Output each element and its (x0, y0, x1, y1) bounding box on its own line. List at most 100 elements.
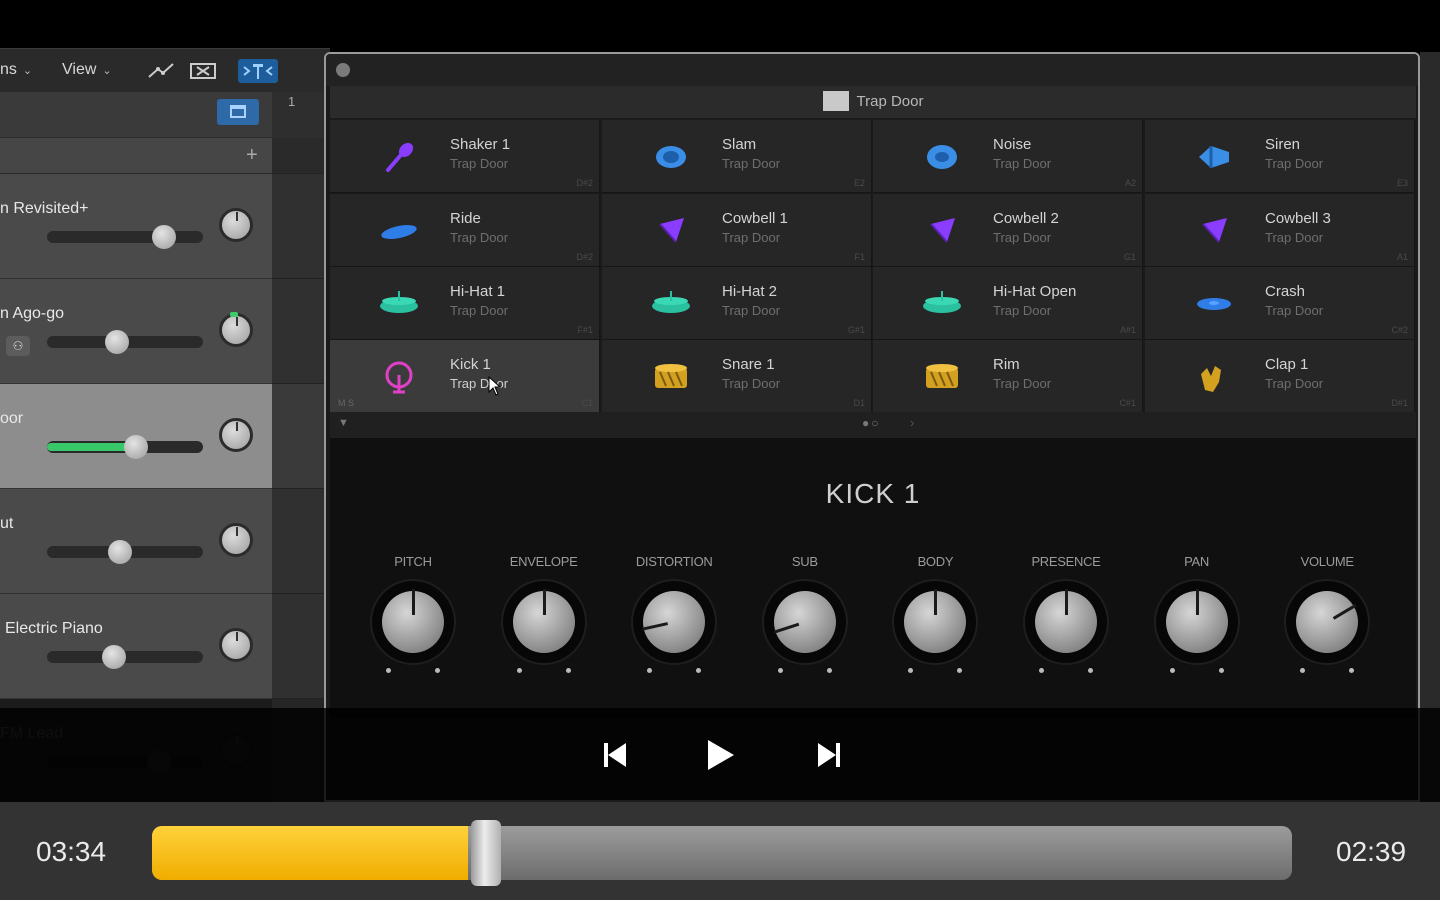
track-row[interactable]: ut (0, 489, 272, 594)
track-name[interactable]: n Ago-go (0, 305, 64, 323)
drum-editor: KICK 1 PITCH ENVELOPE DISTORTION SUB BODY PRE… (330, 438, 1416, 718)
pad-kit-name: Trap Door (1265, 376, 1324, 391)
drum-pad[interactable]: Rim Trap Door C#1 (873, 340, 1143, 413)
drum-pad[interactable]: Cowbell 1 Trap Door F1 (602, 194, 872, 267)
volume-slider[interactable] (47, 435, 203, 459)
volume-thumb[interactable] (123, 435, 148, 459)
param-knob[interactable] (372, 581, 454, 673)
drum-pad[interactable]: Siren Trap Door E3 (1145, 120, 1415, 193)
flex-icon[interactable] (188, 59, 218, 83)
pan-knob[interactable] (219, 628, 253, 662)
pad-note: F1 (854, 252, 865, 262)
user-icon[interactable]: ⚇ (6, 336, 30, 356)
mute-solo-labels[interactable]: M S (338, 398, 354, 408)
param-pitch: PITCH (348, 554, 478, 673)
right-edge-panel (1420, 52, 1440, 802)
pad-kit-name: Trap Door (450, 156, 509, 171)
volume-slider[interactable] (47, 330, 203, 354)
play-icon[interactable] (702, 740, 742, 770)
functions-menu-label: ns (0, 61, 17, 78)
arrange-area[interactable]: 1 (272, 92, 328, 802)
volume-thumb[interactable] (152, 225, 176, 249)
track-row[interactable]: oor (0, 384, 272, 489)
library-button[interactable] (217, 99, 259, 125)
progress-track[interactable] (152, 826, 1292, 880)
volume-thumb[interactable] (105, 330, 130, 354)
track-row[interactable]: Electric Piano (0, 594, 272, 699)
param-knob[interactable] (633, 581, 716, 673)
track-name[interactable]: n Revisited+ (0, 200, 89, 218)
pad-note: C#2 (1391, 325, 1408, 335)
pad-kit-name: Trap Door (722, 156, 781, 171)
functions-menu[interactable]: ns ⌄ (0, 61, 32, 79)
snare-icon (921, 360, 963, 394)
pan-knob[interactable] (219, 208, 253, 242)
drum-pad[interactable]: Kick 1 Trap Door C1 M S (330, 340, 600, 413)
drum-pad[interactable]: Hi-Hat 2 Trap Door G#1 (602, 267, 872, 340)
pad-note: A2 (1124, 178, 1136, 188)
pan-knob[interactable] (219, 418, 253, 452)
pad-name: Clap 1 (1265, 356, 1309, 373)
param-knob[interactable] (1025, 581, 1107, 673)
track-row[interactable]: n Ago-go ⚇ (0, 279, 272, 384)
skip-back-icon[interactable] (598, 740, 638, 770)
automation-icon[interactable] (146, 59, 176, 83)
param-label: ENVELOPE (509, 554, 578, 569)
volume-thumb[interactable] (102, 645, 127, 669)
pad-kit-name: Trap Door (450, 230, 509, 245)
param-knob[interactable] (1286, 581, 1369, 673)
drum-pad[interactable]: Clap 1 Trap Door D#1 (1145, 340, 1415, 413)
pad-note: D#2 (576, 252, 593, 262)
param-knob[interactable] (894, 581, 977, 673)
param-knob[interactable] (502, 581, 585, 673)
catch-playhead-icon[interactable] (238, 59, 278, 83)
track-name[interactable]: ut (0, 515, 13, 533)
shaker-icon (378, 140, 420, 174)
window-icon (230, 105, 246, 118)
page-dots[interactable]: ●○ (862, 416, 881, 430)
crash-icon (1193, 287, 1235, 321)
ruler[interactable]: 1 (272, 92, 328, 138)
drum-pad[interactable]: Hi-Hat Open Trap Door A#1 (873, 267, 1143, 340)
track-name[interactable]: oor (0, 410, 23, 428)
param-label: BODY (917, 554, 954, 569)
volume-slider[interactable] (47, 540, 203, 564)
collapse-icon[interactable]: ▼ (338, 417, 349, 429)
cowbell-icon (650, 214, 692, 248)
drum-pad[interactable]: Slam Trap Door E2 (602, 120, 872, 193)
kit-title: Trap Door (856, 93, 924, 110)
drum-pad[interactable]: Crash Trap Door C#2 (1145, 267, 1415, 340)
pad-kit-name: Trap Door (722, 376, 781, 391)
track-list-header (0, 92, 272, 138)
scrubber-thumb[interactable] (470, 820, 501, 886)
param-knob[interactable] (763, 581, 846, 673)
drum-pad[interactable]: Shaker 1 Trap Door D#2 (330, 120, 600, 193)
track-row[interactable]: n Revisited+ (0, 174, 272, 279)
param-knob[interactable] (1155, 581, 1238, 673)
drum-machine-window: Trap Door Shaker 1 Trap Door D#2 Slam Trap D… (324, 52, 1420, 802)
close-window-button[interactable] (336, 63, 350, 77)
drum-pad[interactable]: Cowbell 2 Trap Door G1 (873, 194, 1143, 267)
volume-slider[interactable] (47, 225, 203, 249)
param-label: VOLUME (1300, 554, 1354, 569)
drum-pad[interactable]: Hi-Hat 1 Trap Door F#1 (330, 267, 600, 340)
arrange-lane (272, 138, 328, 174)
volume-slider[interactable] (47, 645, 203, 669)
drum-pad[interactable]: Ride Trap Door D#2 (330, 194, 600, 267)
next-page-icon[interactable]: › (910, 415, 914, 430)
pan-knob[interactable] (219, 312, 253, 347)
view-menu[interactable]: View ⌄ (62, 61, 112, 79)
skip-forward-icon[interactable] (808, 740, 848, 770)
track-name[interactable]: Electric Piano (5, 620, 103, 638)
pad-kit-name: Trap Door (993, 230, 1052, 245)
volume-thumb[interactable] (108, 540, 133, 564)
drum-pad[interactable]: Snare 1 Trap Door D1 (602, 340, 872, 413)
drum-pad[interactable]: Cowbell 3 Trap Door A1 (1145, 194, 1415, 267)
add-track-icon[interactable]: + (246, 144, 258, 167)
drum-pad[interactable]: Noise Trap Door A2 (873, 120, 1143, 193)
kit-header[interactable]: Trap Door (330, 86, 1416, 118)
param-label: PAN (1184, 554, 1210, 569)
pan-knob[interactable] (219, 523, 253, 557)
pad-note: E3 (1396, 178, 1408, 188)
volume-level (47, 443, 136, 451)
